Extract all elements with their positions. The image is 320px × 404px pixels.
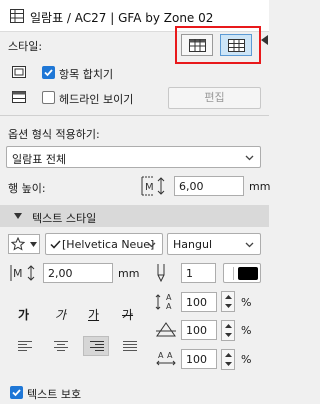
chevron-down-icon — [245, 242, 254, 248]
chevron-up-icon — [225, 324, 232, 328]
divider — [233, 267, 234, 280]
pen-icon — [157, 264, 165, 283]
svg-text:A: A — [158, 351, 164, 360]
svg-text:M: M — [145, 182, 154, 193]
char-slant-value: 100 — [186, 353, 207, 366]
font-dropdown[interactable]: [Helvetica Neue] — [45, 233, 163, 255]
style-option-2-button[interactable] — [220, 34, 252, 56]
text-size-icon: M — [10, 265, 35, 281]
align-center-icon[interactable] — [53, 340, 69, 352]
text-size-value: 2,00 — [48, 267, 73, 280]
italic-button[interactable]: 가 — [55, 306, 66, 323]
row-height-icon: M — [141, 176, 165, 196]
row-height-value: 6,00 — [179, 180, 204, 193]
char-spacing-input[interactable]: 100 — [181, 320, 217, 340]
align-right-icon — [90, 341, 104, 351]
pen-color-button[interactable] — [223, 263, 261, 283]
text-style-section-label: 텍스트 스타일 — [32, 212, 97, 225]
style-option-1-button[interactable] — [181, 34, 213, 56]
style-label: 스타일: — [8, 40, 43, 53]
table-style-1-icon — [189, 39, 206, 52]
underline-button[interactable]: 가 — [88, 306, 99, 323]
svg-text:A: A — [167, 351, 173, 360]
char-slant-input[interactable]: 100 — [181, 349, 217, 369]
chevron-up-icon — [225, 295, 232, 299]
chevron-down-icon — [225, 333, 232, 337]
script-dropdown[interactable]: Hangul — [167, 233, 261, 255]
svg-text:A: A — [166, 302, 172, 311]
chevron-down-icon — [147, 242, 156, 248]
char-width-input[interactable]: 100 — [181, 292, 217, 312]
pen-input[interactable]: 1 — [181, 263, 216, 283]
divider — [0, 115, 269, 116]
chevron-down-icon — [225, 304, 232, 308]
chevron-down-icon — [225, 362, 232, 366]
svg-text:A: A — [166, 293, 172, 302]
row-height-input[interactable]: 6,00 — [174, 176, 244, 196]
chevron-down-icon — [30, 242, 37, 247]
show-headline-label: 헤드라인 보이기 — [59, 93, 134, 106]
table-style-2-icon — [228, 39, 245, 52]
char-slant-unit: % — [241, 353, 252, 366]
apply-format-value: 일람표 전체 — [12, 153, 67, 166]
svg-text:M: M — [13, 267, 23, 280]
char-width-unit: % — [241, 296, 252, 309]
char-slant-stepper[interactable] — [221, 349, 235, 370]
font-value: [Helvetica Neue] — [62, 238, 155, 251]
headline-icon — [12, 91, 26, 103]
merge-items-label: 항목 합치기 — [59, 68, 114, 81]
strikethrough-button[interactable]: 가 — [122, 306, 133, 323]
char-slant-icon: A A — [156, 351, 176, 366]
align-right-button[interactable] — [83, 336, 109, 356]
char-spacing-value: 100 — [186, 324, 207, 337]
chevron-up-icon — [225, 353, 232, 357]
text-protection-checkbox[interactable] — [10, 386, 23, 399]
schedule-icon — [10, 9, 24, 23]
char-width-stepper[interactable] — [221, 291, 235, 312]
char-width-icon: A A — [155, 293, 172, 311]
pen-value: 1 — [186, 267, 193, 280]
row-height-label: 행 높이: — [8, 182, 46, 195]
pointer-arrow-icon — [261, 35, 268, 45]
char-width-value: 100 — [186, 296, 207, 309]
text-size-unit: mm — [118, 267, 140, 280]
chevron-down-icon — [245, 155, 254, 161]
show-headline-checkbox[interactable] — [42, 91, 55, 104]
star-icon — [11, 237, 25, 251]
favorites-button[interactable] — [8, 234, 40, 254]
text-size-input[interactable]: 2,00 — [43, 263, 113, 283]
align-justify-icon[interactable] — [122, 340, 138, 352]
collapse-arrow-icon — [14, 213, 22, 219]
char-spacing-unit: % — [241, 324, 252, 337]
bold-button[interactable]: 가 — [18, 306, 29, 323]
row-height-unit: mm — [249, 180, 271, 193]
script-value: Hangul — [173, 238, 212, 251]
merge-items-checkbox[interactable] — [42, 66, 55, 79]
apply-format-label: 옵션 형식 적용하기: — [8, 128, 100, 141]
window-title: 일람표 / AC27 | GFA by Zone 02 — [30, 11, 214, 25]
char-spacing-stepper[interactable] — [221, 320, 235, 341]
apply-format-dropdown[interactable]: 일람표 전체 — [6, 146, 261, 168]
pen-color-swatch — [238, 267, 258, 280]
align-left-icon[interactable] — [17, 340, 33, 352]
text-style-section-header[interactable]: 텍스트 스타일 — [0, 205, 269, 227]
text-protection-label: 텍스트 보호 — [27, 388, 82, 401]
merge-items-icon — [12, 66, 26, 78]
char-spacing-icon — [156, 322, 176, 337]
edit-button[interactable]: 편집 — [168, 87, 261, 109]
checkmark-icon — [50, 240, 61, 249]
